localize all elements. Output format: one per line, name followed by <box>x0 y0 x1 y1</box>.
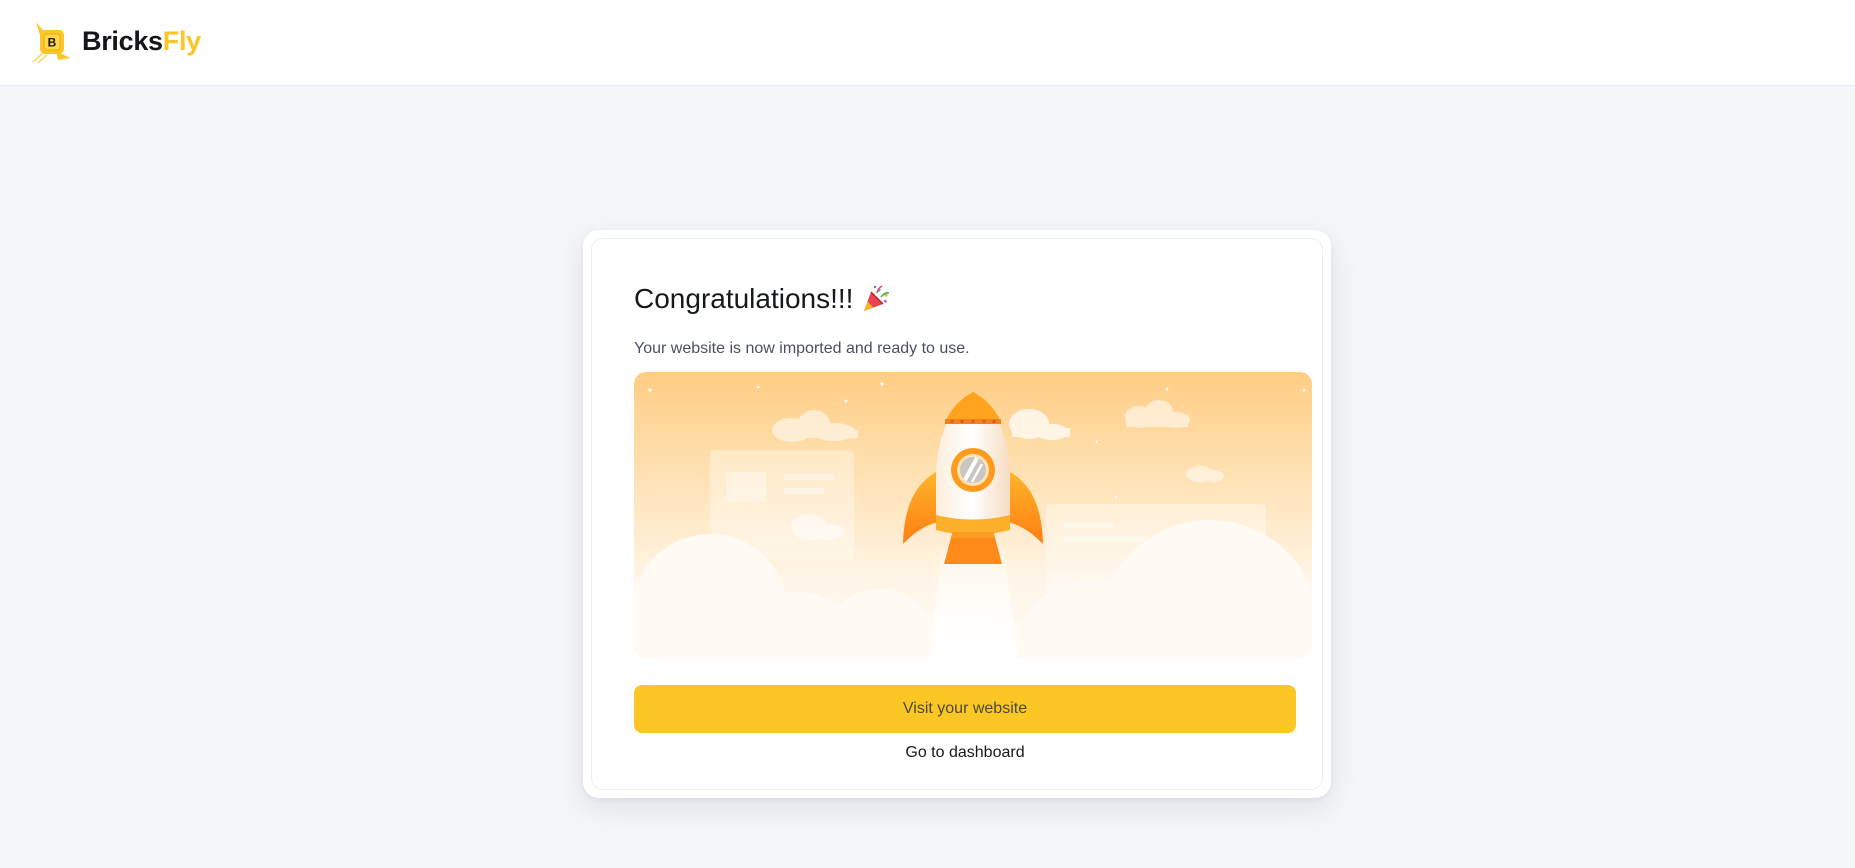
import-success-card: Congratulations!!! Your website is now i… <box>583 230 1331 798</box>
rocket-launch-illustration <box>634 372 1312 658</box>
svg-text:B: B <box>48 36 57 50</box>
success-title-text: Congratulations!!! <box>634 283 854 314</box>
card-body: Congratulations!!! Your website is now i… <box>591 238 1323 790</box>
bricksfly-logo-icon: B <box>32 22 70 64</box>
party-popper-icon <box>864 285 890 311</box>
brand-logo[interactable]: B BricksFly <box>30 18 201 64</box>
success-subtitle: Your website is now imported and ready t… <box>634 340 970 357</box>
success-heading: Congratulations!!! <box>634 283 891 315</box>
visit-website-button[interactable]: Visit your website <box>634 685 1296 733</box>
go-to-dashboard-link[interactable]: Go to dashboard <box>634 744 1296 762</box>
top-bar: B BricksFly <box>0 0 1855 86</box>
brand-name: BricksFly <box>82 25 201 56</box>
